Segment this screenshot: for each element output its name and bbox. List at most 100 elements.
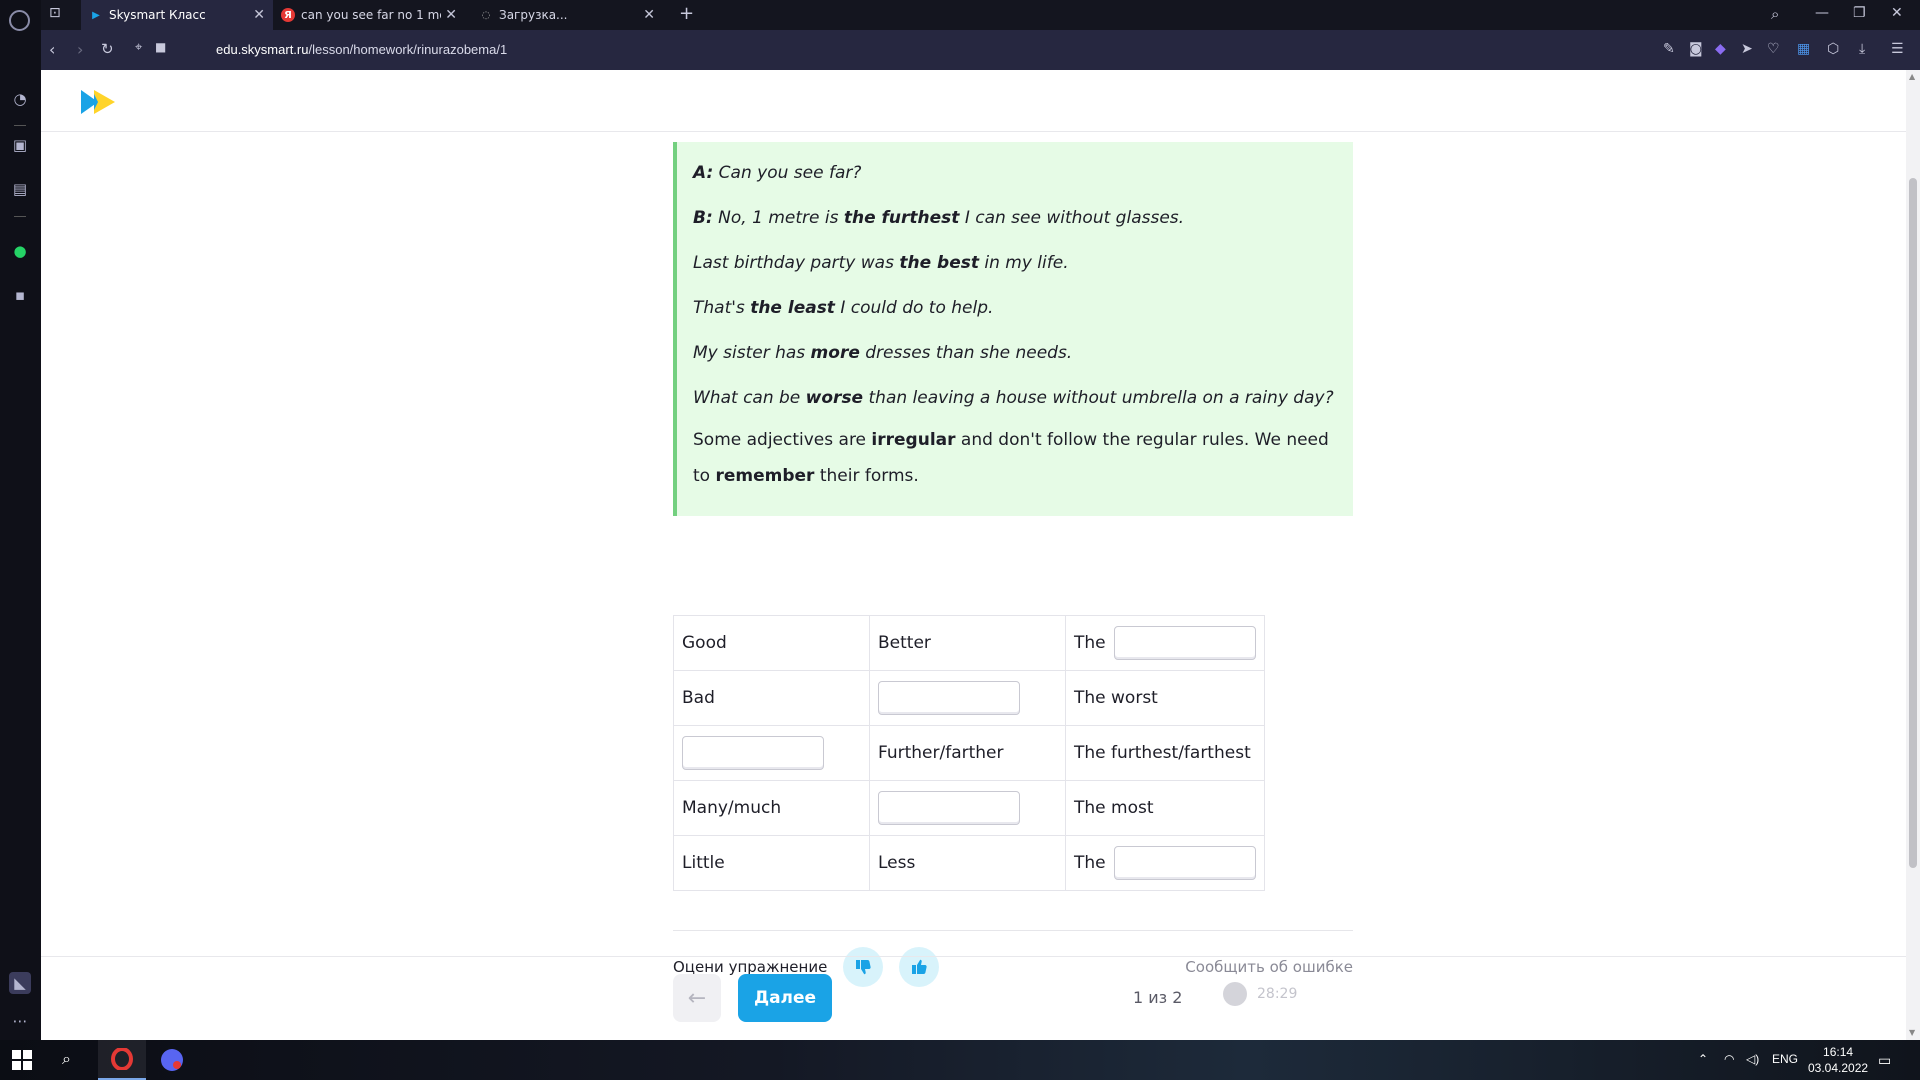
close-icon[interactable]: ✕ bbox=[445, 7, 457, 23]
the-prefix: The bbox=[1074, 633, 1106, 653]
lock-icon[interactable]: ■ bbox=[155, 40, 166, 54]
table-cell bbox=[869, 670, 1066, 726]
sidebar-divider bbox=[14, 216, 26, 217]
discord-icon[interactable]: ▪ bbox=[9, 284, 31, 306]
table-row: Many/much The most bbox=[673, 780, 1265, 836]
highlight: irregular bbox=[871, 430, 956, 450]
clock-date: 03.04.2022 bbox=[1808, 1061, 1869, 1075]
minimize-icon[interactable]: — bbox=[1815, 5, 1829, 21]
answer-input[interactable] bbox=[1113, 626, 1256, 660]
volume-icon[interactable]: ◁) bbox=[1746, 1052, 1759, 1066]
tab-skysmart[interactable]: ▶ Skysmart Класс ✕ bbox=[81, 0, 273, 30]
thumbs-down-icon bbox=[856, 960, 871, 975]
close-icon[interactable]: ✕ bbox=[253, 7, 265, 23]
search-icon[interactable]: ⌕ bbox=[62, 1049, 71, 1069]
vpn-shield-icon[interactable]: ◆ bbox=[1715, 41, 1726, 57]
scroll-up-icon[interactable]: ▲ bbox=[1909, 72, 1915, 81]
camera-icon[interactable]: ◙ bbox=[1689, 41, 1703, 57]
table-cell: The furthest/farthest bbox=[1065, 725, 1265, 781]
table-cell: The worst bbox=[1065, 670, 1265, 726]
language-indicator[interactable]: ENG bbox=[1772, 1052, 1798, 1066]
url-host: edu.skysmart.ru bbox=[216, 42, 309, 57]
rule-text: Some adjectives are irregular and don't … bbox=[693, 422, 1337, 494]
tab-yandex[interactable]: Я can you see far no 1 metre ✕ bbox=[273, 0, 465, 30]
opera-logo-icon[interactable] bbox=[9, 10, 30, 31]
highlight: the least bbox=[750, 298, 835, 318]
page-scrollbar[interactable]: ▲ ▼ bbox=[1906, 70, 1920, 1040]
example-text: dresses than she needs. bbox=[859, 343, 1073, 363]
highlight: the furthest bbox=[843, 208, 960, 228]
answer-input[interactable] bbox=[1113, 846, 1256, 880]
notifications-icon[interactable]: ▭ bbox=[1878, 1052, 1891, 1069]
example-text: No, 1 metre is bbox=[712, 208, 844, 228]
restore-icon[interactable]: ❐ bbox=[1853, 5, 1866, 21]
next-button[interactable]: Далее bbox=[738, 974, 832, 1022]
answer-input[interactable] bbox=[878, 791, 1020, 825]
close-icon[interactable]: ✕ bbox=[643, 7, 655, 23]
tab-menu-icon[interactable]: ⊡ bbox=[49, 5, 61, 21]
scrollbar-thumb[interactable] bbox=[1909, 178, 1917, 868]
taskbar-clock[interactable]: 16:14 03.04.2022 bbox=[1808, 1044, 1868, 1076]
player-icon[interactable]: ◣ bbox=[9, 972, 31, 994]
close-window-icon[interactable]: ✕ bbox=[1891, 5, 1903, 21]
previous-button[interactable]: ← bbox=[673, 974, 721, 1022]
highlight: remember bbox=[715, 466, 815, 486]
table-cell: Bad bbox=[673, 670, 870, 726]
snapshot-edit-icon[interactable]: ✎ bbox=[1663, 41, 1675, 57]
taskbar-discord[interactable] bbox=[148, 1040, 196, 1080]
example-text: Last birthday party was bbox=[693, 253, 900, 273]
answer-input[interactable] bbox=[878, 681, 1020, 715]
table-row: Further/farther The furthest/farthest bbox=[673, 725, 1265, 781]
heart-icon[interactable]: ♡ bbox=[1767, 41, 1780, 57]
highlight: worse bbox=[805, 388, 864, 408]
whatsapp-icon[interactable]: ● bbox=[9, 240, 31, 262]
search-icon[interactable]: ⌕ bbox=[1771, 5, 1779, 23]
arrow-left-icon: ← bbox=[687, 985, 707, 1011]
example-text: I could do to help. bbox=[834, 298, 994, 318]
network-icon[interactable]: ◠ bbox=[1724, 1052, 1734, 1066]
skysmart-logo-icon[interactable] bbox=[81, 90, 115, 118]
report-error-link[interactable]: Сообщить об ошибке bbox=[1185, 958, 1353, 976]
clock-icon bbox=[1223, 982, 1247, 1006]
forward-icon[interactable]: › bbox=[77, 40, 83, 59]
back-icon[interactable]: ‹ bbox=[49, 40, 55, 59]
example-text: What can be bbox=[693, 388, 806, 408]
thumbs-up-button[interactable] bbox=[899, 947, 940, 987]
thumbs-down-button[interactable] bbox=[843, 947, 884, 987]
url-field[interactable]: edu.skysmart.ru/lesson/homework/rinurazo… bbox=[216, 42, 507, 57]
table-row: Bad The worst bbox=[673, 670, 1265, 726]
site-header bbox=[41, 70, 1906, 132]
tab-loading[interactable]: ◌ Загрузка... ✕ bbox=[471, 0, 663, 30]
example-text: That's bbox=[693, 298, 751, 318]
tab-title: can you see far no 1 metre bbox=[301, 8, 441, 22]
send-icon[interactable]: ➤ bbox=[1741, 41, 1753, 57]
twitch-icon[interactable]: ▤ bbox=[9, 178, 31, 200]
location-icon[interactable]: ⌖ bbox=[135, 40, 142, 55]
tab-bar: ⊡ ▶ Skysmart Класс ✕ Я can you see far n… bbox=[41, 0, 1920, 30]
table-cell: The most bbox=[1065, 780, 1265, 836]
new-tab-icon[interactable]: + bbox=[679, 3, 694, 24]
windows-start-icon[interactable] bbox=[12, 1050, 32, 1070]
table-cell: Many/much bbox=[673, 780, 870, 836]
example-line: A: Can you see far? bbox=[693, 160, 1337, 186]
answer-input[interactable] bbox=[682, 736, 824, 770]
extension-icon[interactable]: ▦ bbox=[1797, 41, 1810, 57]
speed-dial-icon[interactable]: ◔ bbox=[9, 88, 31, 110]
more-icon[interactable]: ⋯ bbox=[9, 1010, 31, 1032]
table-row: Good Better The bbox=[673, 615, 1265, 671]
workspace-icon[interactable]: ▣ bbox=[9, 134, 31, 156]
scroll-down-icon[interactable]: ▼ bbox=[1909, 1028, 1915, 1037]
example-line: That's the least I could do to help. bbox=[693, 295, 1337, 321]
taskbar-opera[interactable] bbox=[98, 1040, 146, 1080]
url-path: /lesson/homework/rinurazobema/1 bbox=[308, 42, 508, 57]
reload-icon[interactable]: ↻ bbox=[101, 40, 114, 58]
menu-icon[interactable]: ☰ bbox=[1891, 41, 1904, 57]
example-text: I can see without glasses. bbox=[959, 208, 1185, 228]
table-cell: Good bbox=[673, 615, 870, 671]
download-icon[interactable]: ⤓ bbox=[1859, 41, 1865, 57]
grammar-tip: A: Can you see far? B: No, 1 metre is th… bbox=[673, 142, 1353, 516]
tray-chevron-icon[interactable]: ⌃ bbox=[1698, 1052, 1708, 1066]
cube-icon[interactable]: ⬡ bbox=[1827, 41, 1839, 57]
example-line: My sister has more dresses than she need… bbox=[693, 340, 1337, 366]
example-text: than leaving a house without umbrella on… bbox=[863, 388, 1334, 408]
